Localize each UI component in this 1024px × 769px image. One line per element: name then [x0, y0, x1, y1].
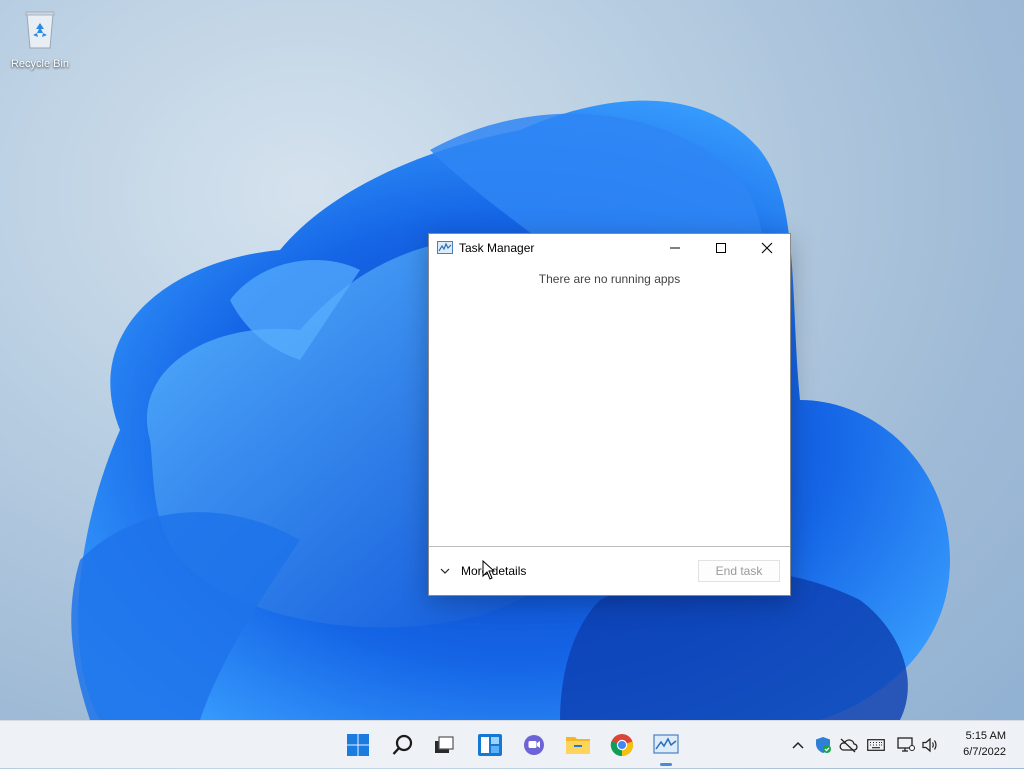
windows-logo-icon — [347, 734, 369, 756]
chat-icon — [524, 735, 544, 755]
task-manager-icon — [653, 734, 679, 754]
chevron-down-icon — [440, 568, 450, 574]
minimize-icon — [670, 247, 680, 249]
system-tray — [786, 721, 942, 769]
volume-icon — [922, 737, 937, 753]
search-button[interactable] — [387, 729, 419, 761]
window-title: Task Manager — [459, 241, 535, 255]
task-manager-icon — [437, 241, 453, 254]
volume-tray-button[interactable] — [918, 733, 942, 757]
recycle-bin-icon — [25, 11, 55, 49]
recycle-bin-shortcut[interactable]: Recycle Bin — [4, 8, 76, 70]
chevron-up-icon — [792, 741, 804, 749]
mouse-cursor-icon — [482, 560, 496, 580]
task-view-icon — [435, 736, 454, 753]
app-list: There are no running apps — [429, 262, 790, 547]
security-tray-button[interactable] — [811, 733, 835, 757]
chrome-icon — [610, 734, 634, 757]
start-button[interactable] — [342, 729, 374, 761]
clock-time: 5:15 AM — [965, 730, 1006, 742]
title-bar[interactable]: Task Manager — [429, 234, 790, 262]
minimize-button[interactable] — [652, 234, 698, 262]
windows-security-icon — [816, 737, 831, 753]
onedrive-tray-button[interactable] — [836, 733, 860, 757]
task-manager-taskbar-button[interactable] — [650, 729, 682, 766]
show-hidden-icons-button[interactable] — [786, 733, 810, 757]
empty-message: There are no running apps — [538, 272, 681, 286]
recycle-bin-label: Recycle Bin — [10, 58, 70, 70]
network-icon — [897, 737, 915, 752]
widgets-button[interactable] — [474, 729, 506, 761]
taskbar: 5:15 AM 6/7/2022 — [0, 720, 1024, 768]
task-view-button[interactable] — [428, 729, 460, 761]
close-button[interactable] — [744, 234, 790, 262]
keyboard-icon — [867, 739, 885, 751]
end-task-button[interactable]: End task — [698, 560, 780, 582]
widgets-icon — [478, 734, 502, 756]
taskbar-clock[interactable]: 5:15 AM 6/7/2022 — [963, 728, 1006, 760]
clock-date: 6/7/2022 — [963, 746, 1006, 758]
network-tray-button[interactable] — [894, 733, 918, 757]
chat-button[interactable] — [518, 729, 550, 761]
task-manager-window: Task Manager There are no running apps M… — [428, 233, 791, 596]
folder-icon — [566, 737, 590, 754]
maximize-button[interactable] — [698, 234, 744, 262]
maximize-icon — [716, 243, 726, 253]
chrome-button[interactable] — [606, 729, 638, 761]
search-icon — [392, 734, 413, 755]
touch-keyboard-button[interactable] — [862, 733, 890, 757]
onedrive-offline-icon — [839, 738, 858, 753]
close-icon — [761, 242, 773, 254]
file-explorer-button[interactable] — [562, 729, 594, 761]
